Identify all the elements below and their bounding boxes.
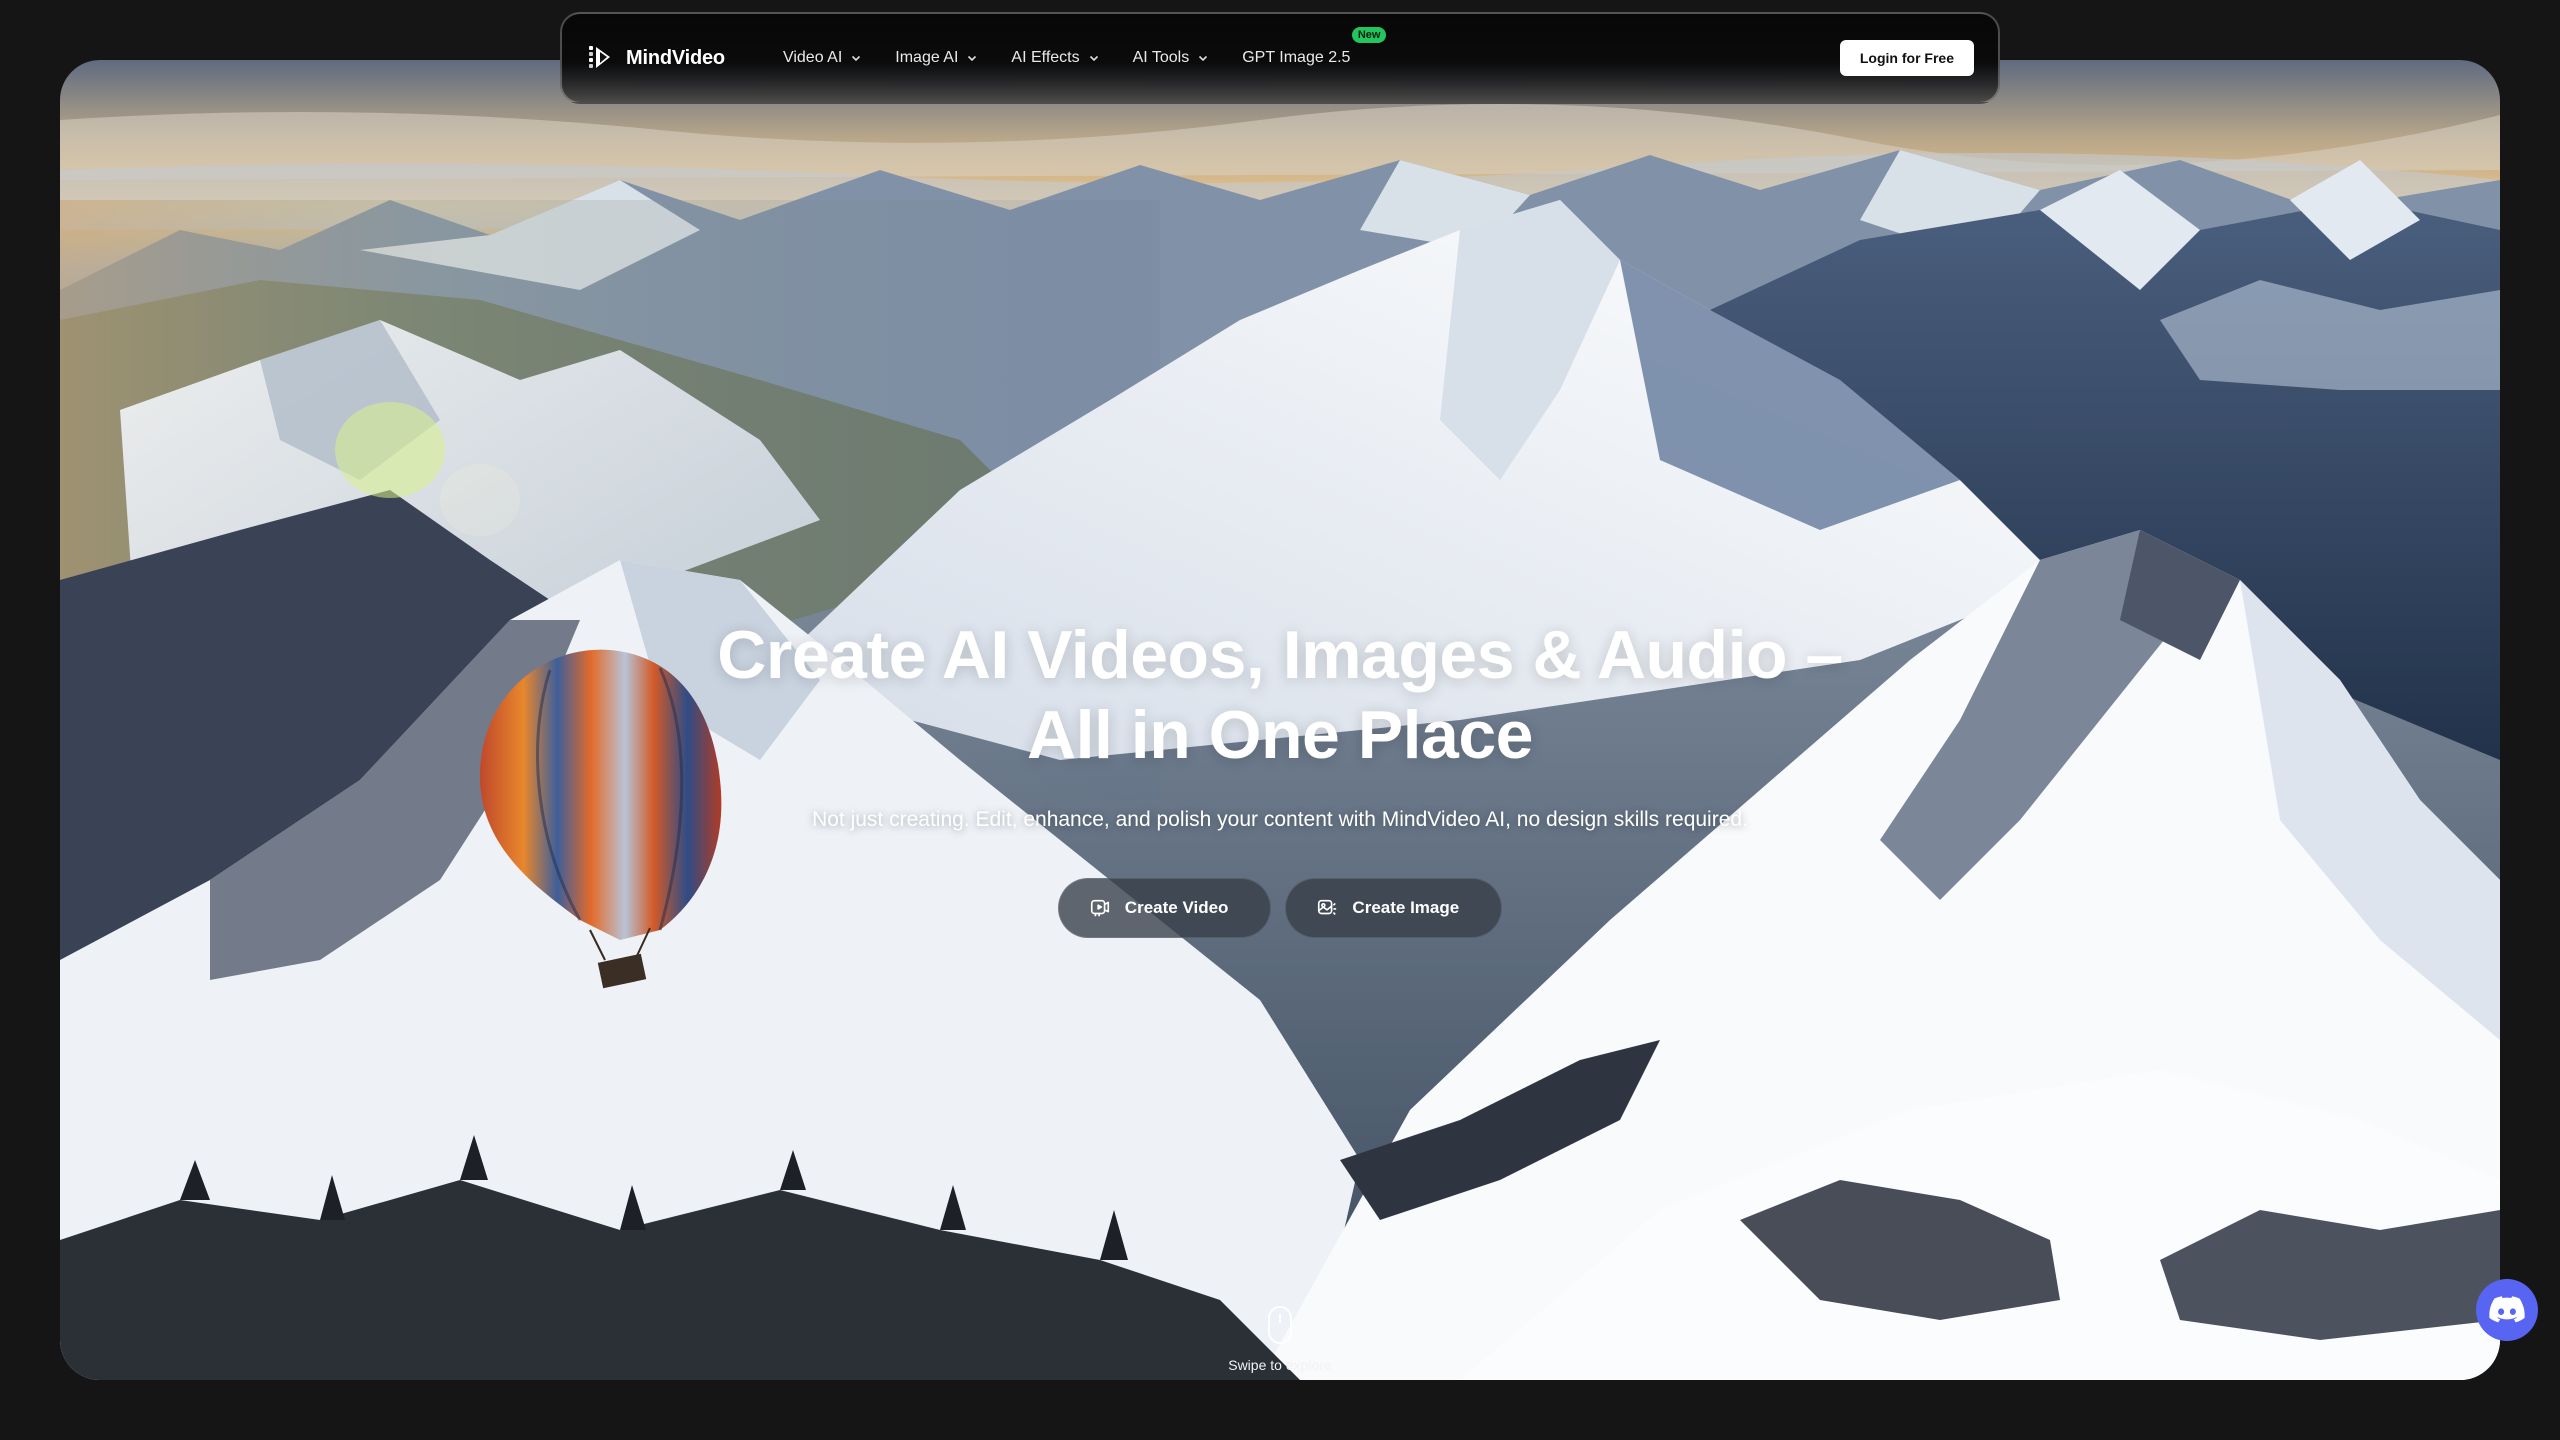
page: Create AI Videos, Images & Audio – All i… [0, 0, 2560, 1440]
hero-headline-line2: All in One Place [1027, 697, 1533, 773]
hero-cta-group: Create Video Create Image [60, 878, 2500, 938]
nav-item-label: AI Effects [1011, 49, 1080, 66]
nav-item-image-ai[interactable]: Image AI [895, 49, 978, 67]
create-video-button[interactable]: Create Video [1057, 878, 1272, 938]
brand-logo[interactable]: MindVideo [586, 43, 725, 73]
create-image-label: Create Image [1352, 898, 1460, 917]
image-icon [1318, 899, 1337, 916]
login-button[interactable]: Login for Free [1839, 40, 1974, 76]
nav-menu: Video AI Image AI AI Effects AI Tools GP… [783, 27, 1387, 67]
top-navbar: MindVideo Video AI Image AI AI Effects A… [560, 12, 2000, 104]
brand-name: MindVideo [626, 46, 725, 69]
swipe-label: Swipe to explore [1228, 1357, 1332, 1373]
nav-item-label: GPT Image 2.5 [1242, 49, 1351, 66]
hero-headline: Create AI Videos, Images & Audio – All i… [60, 615, 2500, 775]
chevron-down-icon [1089, 55, 1098, 62]
nav-item-video-ai[interactable]: Video AI [783, 49, 862, 67]
chevron-down-icon [852, 55, 861, 62]
discord-icon [2489, 1296, 2525, 1323]
new-badge: New [1351, 27, 1387, 43]
nav-item-gpt-image[interactable]: GPT Image 2.5 New [1242, 27, 1387, 67]
chevron-down-icon [1199, 55, 1208, 62]
mouse-scroll-icon [1268, 1306, 1292, 1344]
nav-item-ai-effects[interactable]: AI Effects [1011, 49, 1099, 67]
hero-headline-line1: Create AI Videos, Images & Audio – [717, 617, 1843, 693]
mindvideo-logo-icon [589, 46, 610, 68]
discord-button[interactable] [2476, 1279, 2538, 1341]
nav-item-label: Image AI [895, 49, 959, 66]
swipe-indicator[interactable]: Swipe to explore [60, 1305, 2500, 1373]
create-image-button[interactable]: Create Image [1285, 878, 1503, 938]
video-icon [1090, 899, 1109, 917]
nav-item-label: AI Tools [1132, 49, 1190, 66]
hero-subtitle: Not just creating. Edit, enhance, and po… [812, 808, 1748, 831]
nav-item-label: Video AI [782, 49, 843, 66]
nav-item-ai-tools[interactable]: AI Tools [1133, 49, 1210, 67]
hero-section: Create AI Videos, Images & Audio – All i… [60, 60, 2500, 1380]
chevron-down-icon [968, 55, 977, 62]
create-video-label: Create Video [1124, 898, 1229, 917]
